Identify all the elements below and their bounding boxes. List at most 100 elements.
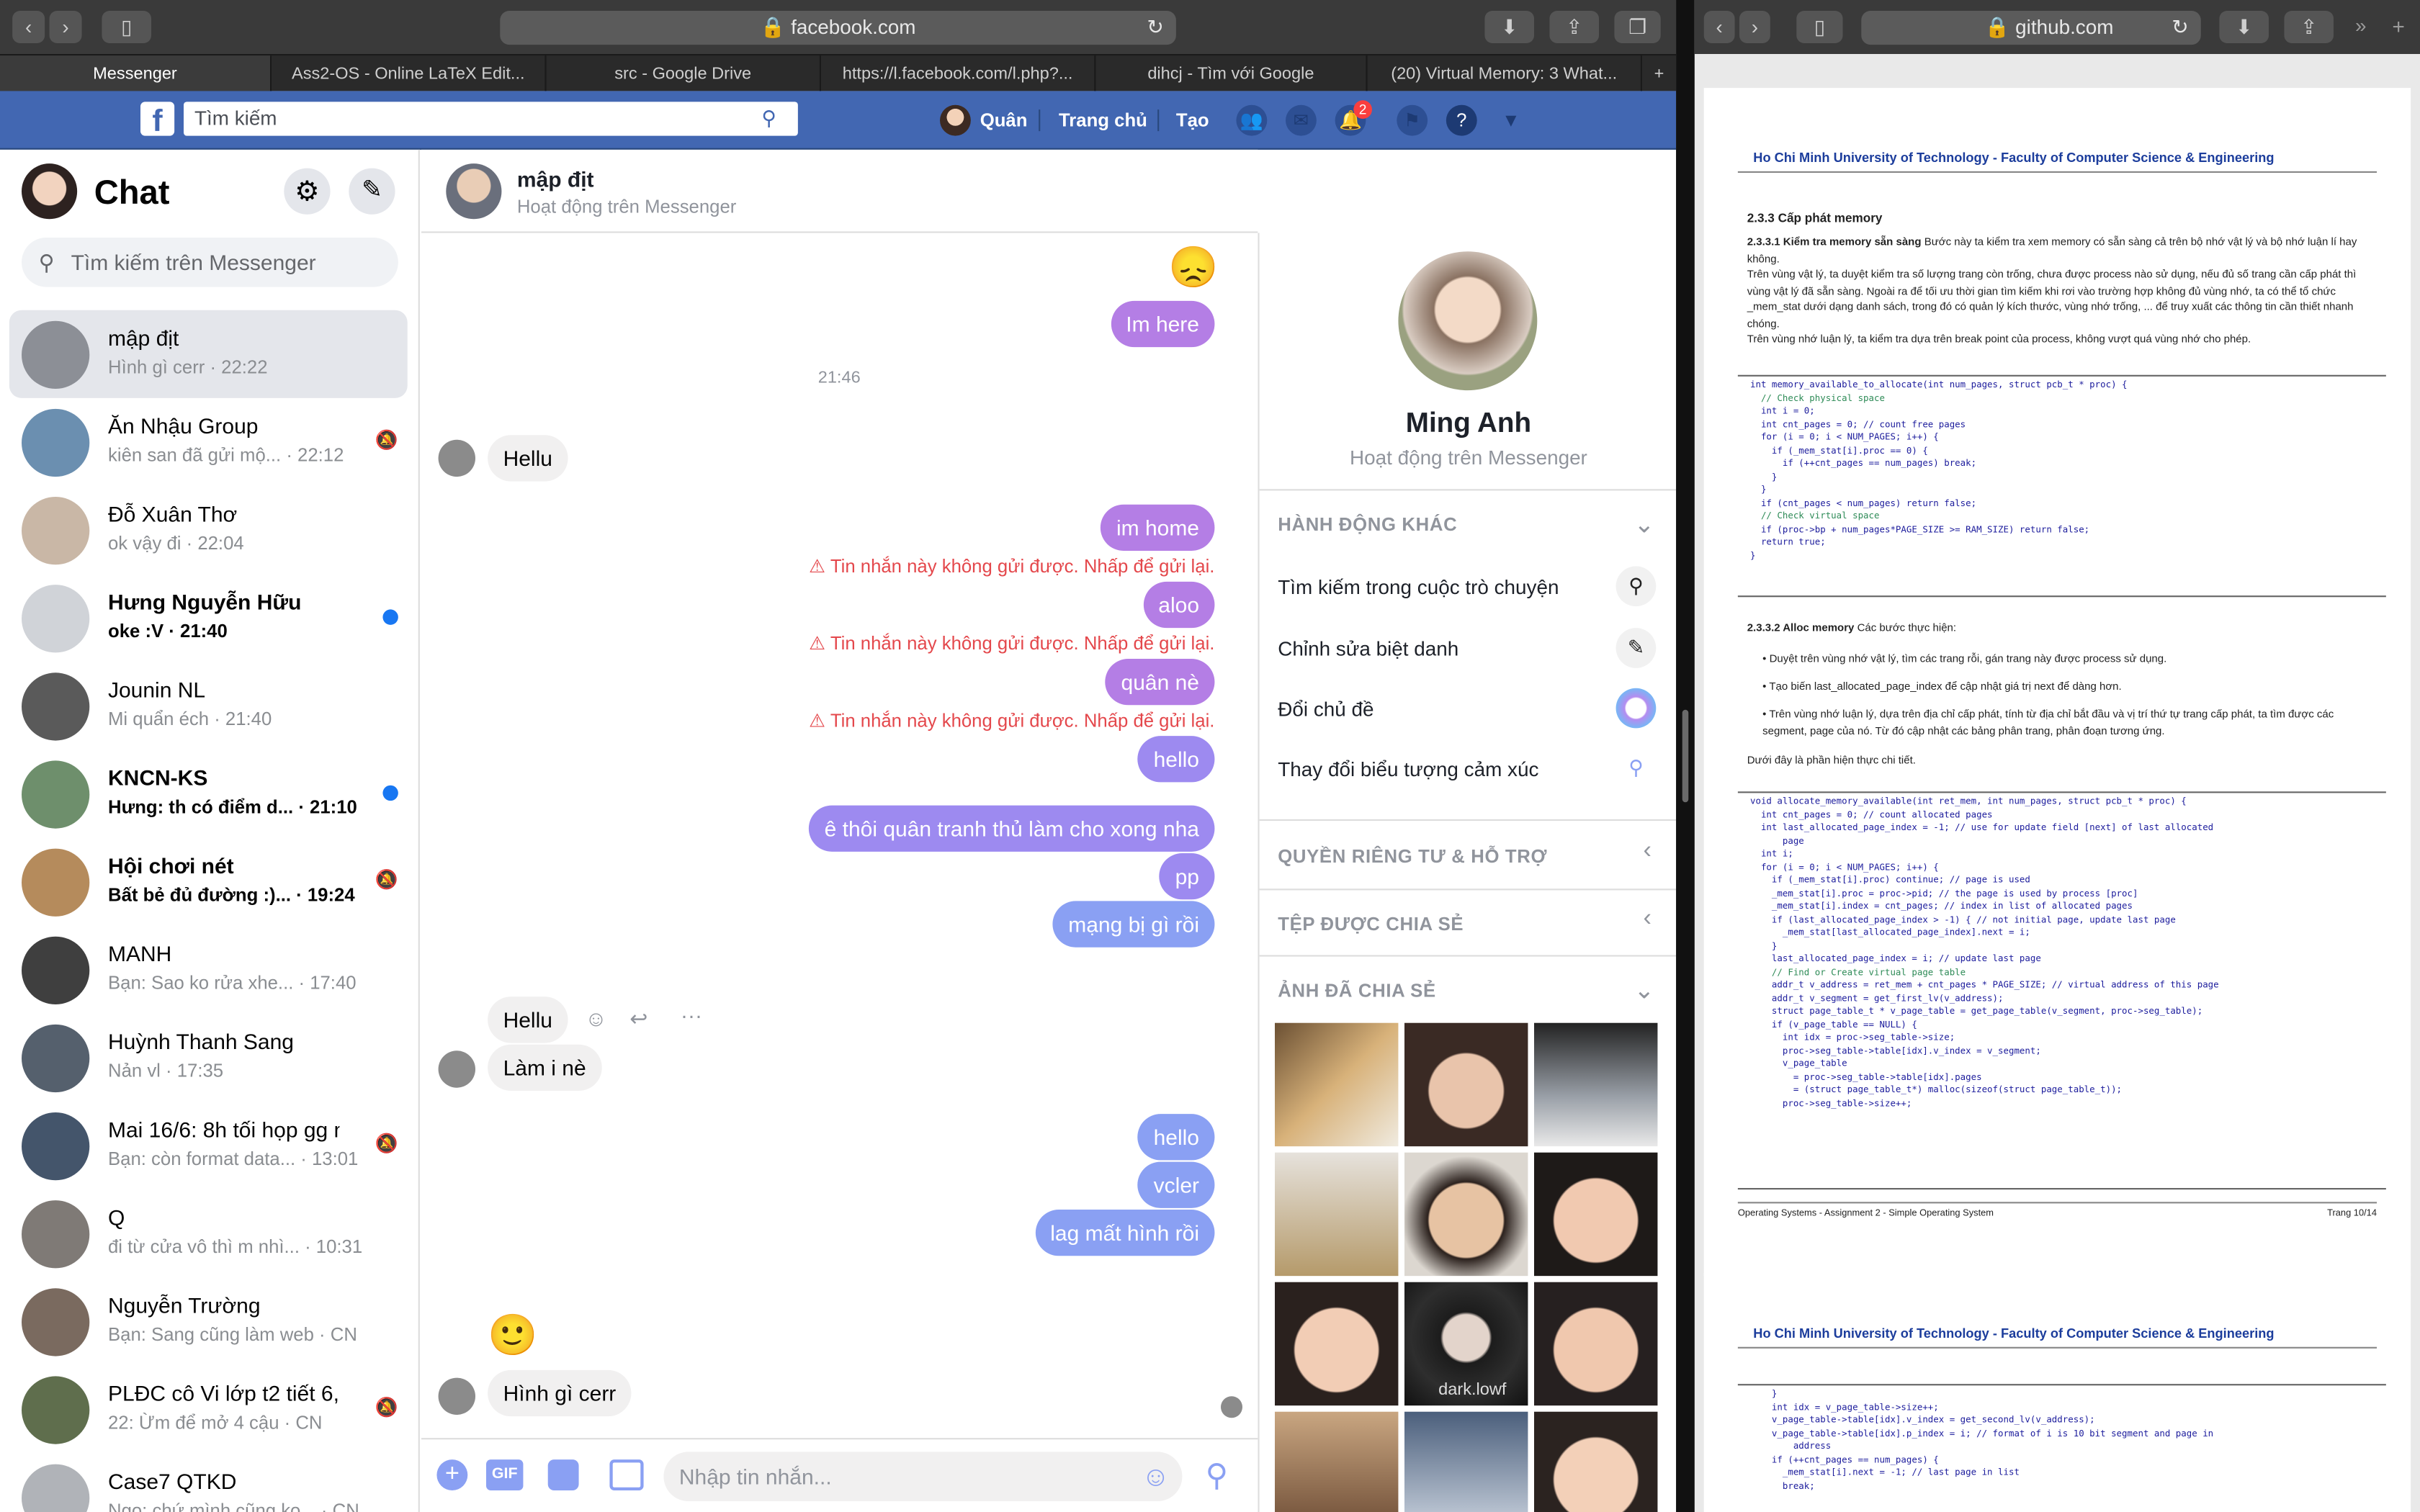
info-avatar[interactable] [1398, 251, 1538, 391]
message-sent[interactable]: hello [1138, 1114, 1215, 1161]
conversation-item[interactable]: KNCN-KS Hưng: th có điểm d... · 21:10 [0, 750, 418, 837]
groups-icon[interactable]: ⚑ [1397, 104, 1428, 136]
messenger-icon[interactable]: ✉ [1286, 104, 1317, 136]
message-received[interactable]: Hình gì cerr [488, 1369, 632, 1417]
reload-icon[interactable]: ↻ [2172, 11, 2188, 45]
reply-icon[interactable]: ↩ [629, 1006, 647, 1032]
shared-photo[interactable] [1275, 1152, 1399, 1277]
action-theme[interactable]: Đổi chủ đề [1278, 698, 1373, 721]
add-icon[interactable]: + [436, 1459, 468, 1490]
fb-search-input[interactable]: Tìm kiếm ⚲ [183, 102, 798, 136]
emoji-icon[interactable]: ☺ [1142, 1452, 1170, 1501]
conversation-item[interactable]: PLĐC cô Vi lớp t2 tiết 6,7 22: Ừm để mở 4… [0, 1365, 418, 1453]
new-message-icon[interactable]: ✎ [349, 168, 395, 215]
send-error[interactable]: ⚠ Tin nhắn này không gửi được. Nhấp để g… [809, 633, 1214, 654]
shared-photo[interactable]: dark.lowf [1404, 1282, 1528, 1406]
forward-icon[interactable]: › [1739, 11, 1770, 43]
sidebar-icon[interactable]: ▯ [102, 11, 151, 43]
conversation-item[interactable]: Case7 QTKD Ngọ: chứ mình cũng ko... · CN [0, 1454, 418, 1512]
more-options-icon[interactable]: ··· [681, 1003, 702, 1027]
search-icon[interactable]: ⚲ [1615, 566, 1657, 607]
shared-photo[interactable] [1275, 1411, 1399, 1512]
conversation-item[interactable]: Huỳnh Thanh Sang Nản vl · 17:35 [0, 1014, 418, 1102]
download-icon[interactable]: ⬇ [1484, 11, 1534, 43]
action-search[interactable]: Tìm kiếm trong cuộc trò chuyện [1278, 575, 1559, 598]
conversation-item[interactable]: Nguyễn Trường Bạn: Sang cũng làm web · CN [0, 1277, 418, 1365]
friends-icon[interactable]: 👥 [1236, 104, 1268, 136]
conversation-item[interactable]: Hội chơi nét Bất bẻ đủ đường :)... · 19:2… [0, 838, 418, 926]
message-sent[interactable]: quân nè [1106, 659, 1215, 706]
conversation-item[interactable]: Qđi từ cửa vô thì m nhì... · 10:31 [0, 1189, 418, 1277]
chevron-left-icon[interactable]: ‹ [1643, 838, 1651, 866]
forward-icon[interactable]: › [49, 11, 82, 43]
section-photos[interactable]: ẢNH ĐÃ CHIA SẺ [1278, 980, 1436, 1002]
action-emoji[interactable]: Thay đổi biểu tượng cảm xúc [1278, 757, 1538, 780]
tab-latex[interactable]: Ass2-OS - Online LaTeX Edit... [272, 55, 547, 93]
message-sent[interactable]: aloo [1142, 581, 1215, 629]
message-sent[interactable]: pp [1160, 853, 1215, 900]
section-privacy[interactable]: QUYỀN RIÊNG TƯ & HỖ TRỢ [1278, 845, 1547, 867]
action-nickname[interactable]: Chỉnh sửa biệt danh [1278, 637, 1458, 660]
messenger-search-input[interactable]: ⚲ Tìm kiếm trên Messenger [22, 238, 398, 287]
conversation-item[interactable]: MANH Bạn: Sao ko rửa xhe... · 17:40 [0, 926, 418, 1014]
reload-icon[interactable]: ↻ [1147, 11, 1163, 45]
section-more-actions[interactable]: HÀNH ĐỘNG KHÁC [1278, 514, 1457, 536]
contact-avatar[interactable] [446, 163, 502, 220]
back-icon[interactable]: ‹ [12, 11, 45, 43]
share-icon[interactable]: ⇪ [2284, 11, 2334, 43]
sticker-icon[interactable] [547, 1459, 579, 1490]
message-sent[interactable]: lag mất hình rồi [1034, 1210, 1215, 1256]
react-emoji-icon[interactable]: ☺ [585, 1006, 607, 1030]
message-received[interactable]: Hellu [488, 435, 568, 482]
tabs-icon[interactable]: ❐ [1614, 11, 1661, 43]
my-avatar[interactable] [22, 163, 78, 220]
conversation-item[interactable]: Ăn Nhậu Group kiên san đã gửi mộ... · 22:… [0, 398, 418, 486]
shared-photo[interactable] [1404, 1152, 1528, 1277]
send-error[interactable]: ⚠ Tin nhắn này không gửi được. Nhấp để g… [809, 555, 1214, 577]
message-sent[interactable]: hello [1138, 736, 1215, 783]
shared-photo[interactable] [1534, 1282, 1658, 1406]
message-sent[interactable]: im home [1101, 504, 1215, 551]
more-icon[interactable]: » [2355, 14, 2367, 37]
message-received[interactable]: Làm i nè [488, 1044, 602, 1091]
settings-gear-icon[interactable]: ⚙ [284, 168, 331, 215]
tab-drive[interactable]: src - Google Drive [547, 55, 821, 93]
tab-fb-link[interactable]: https://l.facebook.com/l.php?... [821, 55, 1096, 93]
conversation-item[interactable]: Đỗ Xuân Thơ ok vậy đi · 22:04 [0, 486, 418, 574]
shared-photo[interactable] [1534, 1022, 1658, 1147]
sidebar-icon[interactable]: ▯ [1796, 11, 1843, 43]
conversation-item[interactable]: Hưng Nguyễn Hữu oke :V · 21:40 [0, 574, 418, 662]
photo-icon[interactable] [609, 1459, 644, 1490]
message-received[interactable]: Hellu [488, 996, 568, 1043]
thumbs-icon[interactable]: ⚲ [1206, 1457, 1228, 1495]
section-files[interactable]: TỆP ĐƯỢC CHIA SẺ [1278, 914, 1464, 935]
new-tab-icon[interactable]: + [1642, 55, 1676, 92]
nav-create[interactable]: Tạo [1176, 91, 1209, 149]
message-sent[interactable]: ê thôi quân tranh thủ làm cho xong nha [809, 805, 1215, 852]
theme-color-icon[interactable] [1615, 688, 1657, 729]
new-tab-icon[interactable]: + [2392, 14, 2405, 38]
download-icon[interactable]: ⬇ [2219, 11, 2269, 43]
chevron-down-icon[interactable]: ⌄ [1634, 975, 1654, 1006]
shared-photo[interactable] [1534, 1411, 1658, 1512]
chevron-left-icon[interactable]: ‹ [1643, 906, 1651, 934]
message-sent[interactable]: vcler [1138, 1161, 1215, 1208]
pencil-icon[interactable]: ✎ [1615, 628, 1657, 668]
search-icon[interactable]: ⚲ [761, 102, 776, 135]
help-icon[interactable]: ? [1446, 104, 1477, 136]
shared-photo[interactable] [1275, 1282, 1399, 1406]
shared-photo[interactable] [1534, 1152, 1658, 1277]
address-bar[interactable]: 🔒 github.com ↻ [1861, 11, 2201, 45]
gif-icon[interactable]: GIF [486, 1459, 524, 1490]
contact-name[interactable]: mập địt [517, 166, 594, 191]
conversation-item[interactable]: Mai 16/6: 8h tối họp gg m... Bạn: còn for… [0, 1102, 418, 1189]
tab-google[interactable]: dihcj - Tìm với Google [1095, 55, 1368, 93]
send-error[interactable]: ⚠ Tin nhắn này không gửi được. Nhấp để g… [809, 710, 1214, 732]
conversation-item[interactable]: mập địt Hình gì cerr · 22:22 [9, 310, 408, 398]
message-sent[interactable]: mạng bị gì rồi [1052, 901, 1215, 948]
user-avatar[interactable] [940, 104, 971, 136]
message-sent[interactable]: Im here [1110, 300, 1215, 348]
nav-profile[interactable]: Quân [980, 91, 1028, 149]
dropdown-icon[interactable]: ▼ [1495, 105, 1526, 136]
nav-home[interactable]: Trang chủ [1059, 91, 1147, 149]
